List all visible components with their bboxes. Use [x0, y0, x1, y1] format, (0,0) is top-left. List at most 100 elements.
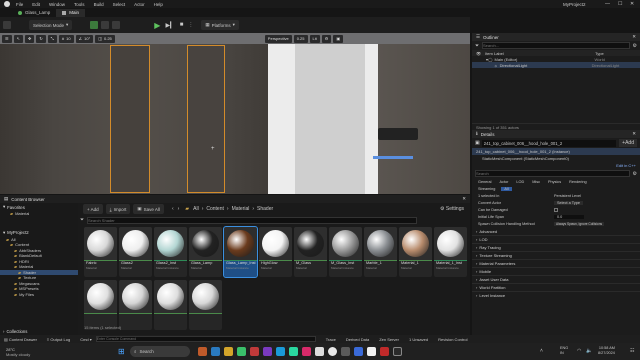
breadcrumb-content[interactable]: Content [206, 206, 224, 212]
menu-window[interactable]: Window [49, 2, 65, 7]
actor-name-field[interactable]: 241_top_cabinet_006__hood_hole_001_2 [481, 139, 617, 147]
blueprint-icon[interactable] [101, 21, 110, 29]
revision-control-button[interactable]: Revision Control [438, 337, 467, 342]
filter-tab-rendering[interactable]: Rendering [569, 180, 587, 184]
stop-button[interactable]: ■ [180, 22, 184, 28]
section-material-parameters[interactable]: › Material Parameters [472, 259, 640, 267]
asset-tile[interactable]: Fabric Material [84, 227, 117, 277]
filter-tab-physics[interactable]: Physics [548, 180, 561, 184]
menu-select[interactable]: Select [113, 2, 126, 7]
step-button[interactable]: ▶▎ [165, 22, 174, 29]
component-static-mesh[interactable]: StaticMeshComponent (StaticMeshComponent… [472, 155, 640, 162]
collections-header[interactable]: › Collections [0, 327, 27, 335]
section-asset-user-data[interactable]: › Asset User Data [472, 275, 640, 283]
initial-life-span-input[interactable]: 0.0 [554, 214, 584, 219]
menu-edit[interactable]: Edit [32, 2, 40, 7]
menu-help[interactable]: Help [154, 2, 163, 7]
asset-tile[interactable] [119, 280, 152, 330]
filter-tab-lod[interactable]: LOD [516, 180, 524, 184]
taskbar-app-icon[interactable] [302, 347, 311, 356]
taskbar-app-icon[interactable] [211, 347, 220, 356]
more-options-icon[interactable]: ⋮ [188, 22, 193, 28]
volume-icon[interactable]: 🔈 [586, 348, 592, 354]
taskbar-app-icon[interactable] [250, 347, 259, 356]
filter-tab-actor[interactable]: Actor [500, 180, 509, 184]
column-type[interactable]: Type [595, 51, 604, 56]
asset-tile[interactable]: Marble_1 Material [364, 227, 397, 277]
component-instance[interactable]: 241_top_cabinet_006__hood_hole_001_2 (In… [472, 148, 640, 155]
viewport-layout-button[interactable]: ▣ [333, 34, 344, 43]
play-button[interactable]: ▶ [154, 21, 160, 30]
windows-start-icon[interactable]: ⊞ [118, 347, 125, 356]
notification-icon[interactable]: ☷ [630, 348, 634, 354]
camera-speed-button[interactable]: 0.25 [293, 34, 308, 43]
path-folder-icon[interactable]: ▰ [185, 206, 189, 212]
asset-tile[interactable]: M_Glass_Inst Material Instance [329, 227, 362, 277]
asset-tile[interactable]: Material_1_Inst Material Instance [434, 227, 467, 277]
favorite-item[interactable]: ▰ Material [0, 211, 78, 217]
taskbar-app-icon[interactable] [289, 347, 298, 356]
content-drawer-button[interactable]: ▤ Content Drawer [4, 337, 37, 342]
outliner-row[interactable]: ☼ DirectionalLight DirectionalLight [472, 62, 640, 68]
selection-mode-dropdown[interactable]: Selection Mode ▾ [29, 20, 73, 30]
menu-file[interactable]: File [16, 2, 23, 7]
filter-icon[interactable]: ⏷ [80, 217, 84, 223]
save-all-button[interactable]: ▣ Save All [133, 204, 164, 214]
wifi-icon[interactable]: ◠ [577, 348, 581, 354]
breadcrumb-shader[interactable]: Shader [257, 206, 273, 212]
viewport-menu-button[interactable]: ☰ [2, 34, 12, 43]
convert-actor-dropdown[interactable]: Select a Type [554, 200, 583, 205]
import-button[interactable]: ⤓ Import [105, 204, 131, 214]
unsaved-button[interactable]: 1 Unsaved [409, 337, 428, 342]
directional-light-gizmo[interactable] [378, 128, 418, 140]
close-icon[interactable]: ✕ [632, 34, 636, 40]
taskbar-app-icon[interactable] [380, 347, 389, 356]
cinematics-icon[interactable] [112, 21, 121, 29]
asset-tile[interactable] [189, 280, 222, 330]
filter-tab-streaming[interactable]: Streaming [478, 187, 495, 191]
content-search-input[interactable] [87, 216, 418, 224]
tab-glass-lamp[interactable]: Glass_Lamp [12, 9, 56, 17]
taskbar-app-icon[interactable] [198, 347, 207, 356]
asset-tile[interactable]: Material_1 Material [399, 227, 432, 277]
asset-tile[interactable]: M_Glass Material [294, 227, 327, 277]
outliner-search-input[interactable] [482, 42, 630, 49]
breadcrumb-material[interactable]: Material [232, 206, 250, 212]
angle-snap-button[interactable]: ∠ 10° [75, 34, 94, 43]
cmd-button[interactable]: Cmd ▾ [80, 337, 92, 342]
tree-item[interactable]: ▰ My Files [0, 292, 78, 298]
favorites-header[interactable]: ▾ Favorites [0, 203, 78, 211]
filter-tab-all[interactable]: All [501, 186, 512, 191]
tray-chevron-icon[interactable]: ˄ [540, 348, 543, 354]
filter-tab-general[interactable]: General [478, 180, 492, 184]
section-texture-streaming[interactable]: › Texture Streaming [472, 251, 640, 259]
asset-tile[interactable] [154, 280, 187, 330]
minimize-button[interactable]: — [605, 1, 610, 7]
output-log-button[interactable]: ≡ Output Log [47, 337, 70, 342]
column-item-label[interactable]: Item Label [485, 51, 595, 56]
taskbar-search[interactable]: ⌕ Search [130, 346, 190, 357]
section-lod[interactable]: › LOD [472, 235, 640, 243]
can-be-damaged-checkbox[interactable] [554, 207, 558, 212]
section-world-partition[interactable]: › World Partition [472, 283, 640, 291]
close-button[interactable]: ✕ [630, 1, 634, 7]
filter-icon[interactable]: ⏷ [475, 43, 479, 49]
grid-snap-button[interactable]: #10 [58, 34, 74, 43]
taskbar-app-icon[interactable] [276, 347, 285, 356]
asset-tile[interactable]: Glass2 Material [119, 227, 152, 277]
close-icon[interactable]: ✕ [462, 196, 466, 202]
trace-button[interactable]: Trace [326, 337, 336, 342]
console-command-input[interactable] [95, 336, 316, 342]
save-icon[interactable] [3, 21, 11, 29]
menu-actor[interactable]: Actor [134, 2, 145, 7]
select-tool-icon[interactable]: ↖ [13, 34, 23, 43]
menu-build[interactable]: Build [94, 2, 104, 7]
section-level-instance[interactable]: › Level Instance [472, 291, 640, 299]
rotate-tool-icon[interactable]: ↻ [36, 34, 46, 43]
asset-tile[interactable] [84, 280, 117, 330]
add-content-icon[interactable] [90, 21, 99, 29]
taskbar-app-icon[interactable] [393, 347, 402, 356]
forward-icon[interactable]: › [178, 206, 180, 212]
taskbar-app-icon[interactable] [328, 347, 337, 356]
taskbar-app-icon[interactable] [237, 347, 246, 356]
